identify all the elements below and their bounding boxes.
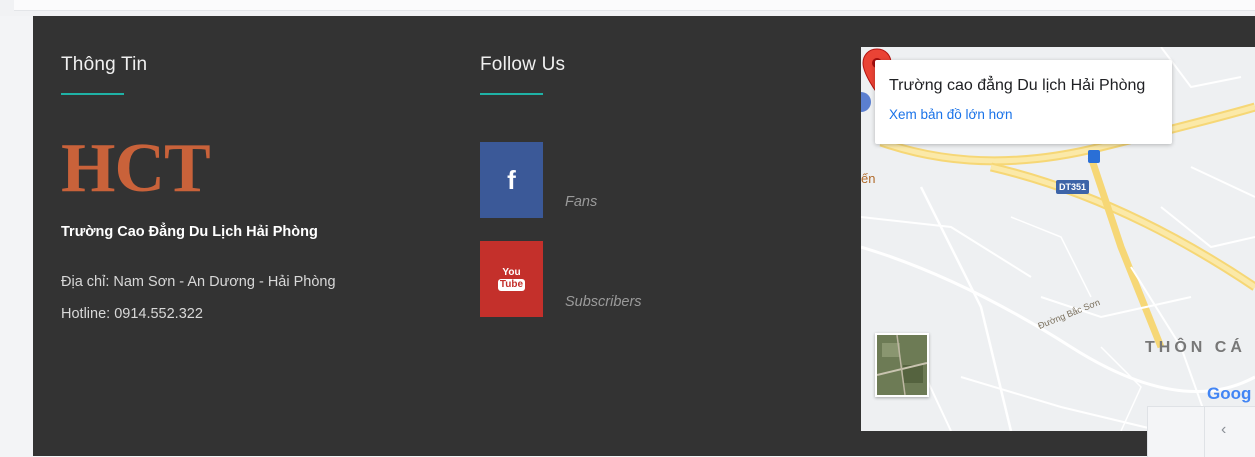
address-line: Địa chỉ: Nam Sơn - An Dương - Hải Phòng (61, 274, 336, 290)
satellite-thumbnail-icon (877, 335, 927, 395)
map-embed[interactable]: ến DT351 Đường Bắc Sơn THÔN CÁ Goog Trườ… (861, 47, 1255, 431)
facebook-button[interactable]: f (480, 142, 543, 218)
top-strip-inner (14, 0, 1255, 11)
bus-stop-icon (1088, 150, 1100, 163)
follow-title-underline (480, 93, 543, 95)
follow-title: Follow Us (480, 54, 566, 75)
youtube-subscribers-label: Subscribers (565, 294, 642, 310)
area-label: THÔN CÁ (1145, 339, 1246, 356)
road-badge: DT351 (1056, 180, 1090, 194)
hotline-line: Hotline: 0914.552.322 (61, 306, 203, 322)
map-info-card: Trường cao đẳng Du lịch Hải Phòng Xem bả… (875, 60, 1172, 144)
facebook-icon: f (507, 164, 516, 195)
view-larger-map-link[interactable]: Xem bản đồ lớn hơn (889, 107, 1013, 122)
facebook-fans-label: Fans (565, 194, 598, 210)
youtube-icon: You Tube (497, 266, 526, 291)
scroll-controls: ‹ (1147, 406, 1255, 457)
map-place-fragment: ến (861, 171, 876, 186)
google-brand-label: Goog (1207, 384, 1252, 403)
info-title-underline (61, 93, 124, 95)
school-name: Trường Cao Đẳng Du Lịch Hải Phòng (61, 224, 318, 240)
info-title: Thông Tin (61, 54, 148, 75)
chevron-left-icon[interactable]: ‹ (1221, 421, 1226, 439)
site-footer: Thông Tin HCT Trường Cao Đẳng Du Lịch Hả… (33, 16, 1255, 456)
hct-logo: HCT (61, 130, 211, 207)
satellite-toggle[interactable] (875, 333, 929, 397)
map-place-name: Trường cao đẳng Du lịch Hải Phòng (889, 77, 1146, 94)
top-strip (0, 0, 1255, 16)
scroll-controls-divider (1204, 407, 1205, 457)
youtube-button[interactable]: You Tube (480, 241, 543, 317)
